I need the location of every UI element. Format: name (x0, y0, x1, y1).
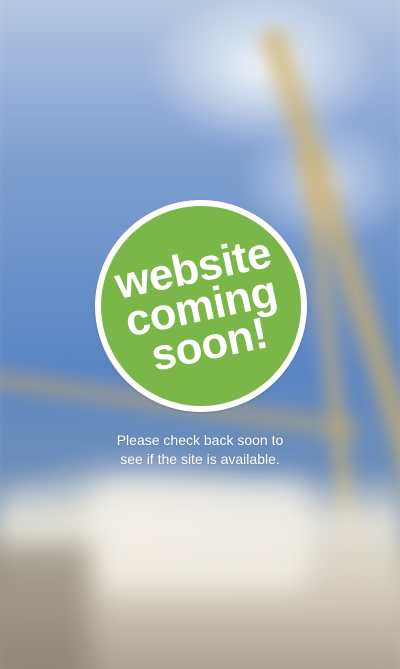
building-left-blur (0, 545, 90, 669)
coming-soon-badge: website coming soon! (95, 200, 307, 412)
coming-soon-screen: website coming soon! Please check back s… (0, 0, 400, 669)
status-message-line-2: see if the site is available. (120, 451, 280, 467)
badge-green-circle: website coming soon! (101, 206, 301, 406)
status-message-line-1: Please check back soon to (116, 432, 284, 448)
building-block-blur (90, 480, 310, 590)
badge-text: website coming soon! (101, 206, 301, 406)
status-message: Please check back soon to see if the sit… (60, 431, 340, 469)
